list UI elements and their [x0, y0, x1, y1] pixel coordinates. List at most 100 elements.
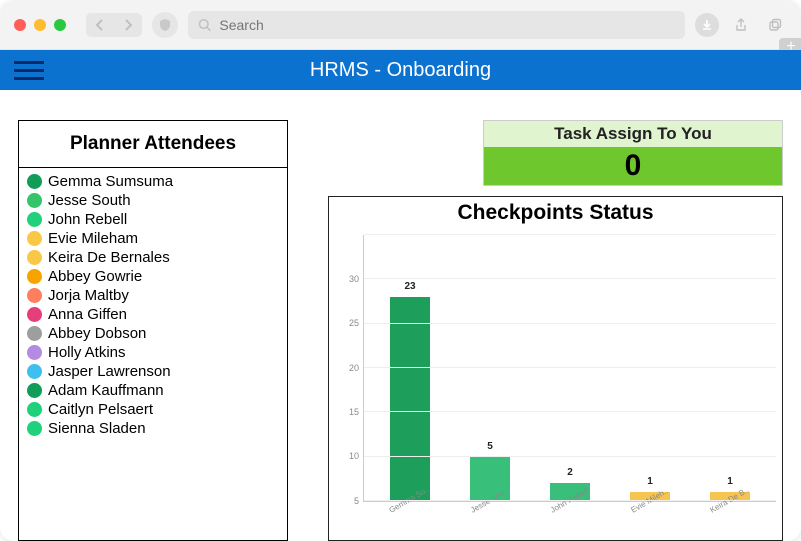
share-button[interactable]: [729, 13, 753, 37]
task-card: Task Assign To You 0: [483, 120, 783, 186]
chart-y-axis: 051015202530: [329, 229, 363, 540]
attendee-name: Evie Mileham: [48, 230, 138, 247]
search-icon: [198, 18, 211, 32]
checkpoints-chart: 051015202530 23Gemma Su..5Jesse Sou..2Jo…: [329, 229, 782, 540]
maximize-window-button[interactable]: [54, 19, 66, 31]
attendee-name: John Rebell: [48, 211, 127, 228]
gridline: [364, 234, 776, 235]
download-icon: [701, 19, 713, 31]
chart-plot: 23Gemma Su..5Jesse Sou..2John Rebell1Evi…: [363, 235, 776, 502]
hamburger-icon: [14, 61, 44, 64]
gridline: [364, 411, 776, 412]
y-tick: 15: [349, 407, 359, 417]
attendee-color-dot: [27, 421, 42, 436]
downloads-button[interactable]: [695, 13, 719, 37]
y-tick: 20: [349, 363, 359, 373]
attendee-name: Adam Kauffmann: [48, 382, 164, 399]
tabs-icon: [768, 18, 782, 32]
attendee-item[interactable]: Holly Atkins: [23, 343, 283, 362]
attendee-color-dot: [27, 174, 42, 189]
attendee-item[interactable]: Gemma Sumsuma: [23, 172, 283, 191]
attendee-name: Jesse South: [48, 192, 131, 209]
attendee-name: Caitlyn Pelsaert: [48, 401, 153, 418]
gridline: [364, 456, 776, 457]
gridline: [364, 278, 776, 279]
attendee-color-dot: [27, 269, 42, 284]
attendee-item[interactable]: Jesse South: [23, 191, 283, 210]
chart-bar: 5Jesse Sou..: [465, 457, 515, 501]
close-window-button[interactable]: [14, 19, 26, 31]
y-tick: 10: [349, 451, 359, 461]
gridline: [364, 323, 776, 324]
app-header: HRMS - Onboarding: [0, 50, 801, 90]
attendee-name: Keira De Bernales: [48, 249, 170, 266]
browser-window: + HRMS - Onboarding Planner Attendees Ge…: [0, 0, 801, 541]
attendee-color-dot: [27, 250, 42, 265]
share-icon: [734, 18, 748, 32]
attendee-name: Sienna Sladen: [48, 420, 146, 437]
gridline: [364, 367, 776, 368]
attendee-item[interactable]: Keira De Bernales: [23, 248, 283, 267]
attendee-name: Abbey Gowrie: [48, 268, 142, 285]
chart-bars: 23Gemma Su..5Jesse Sou..2John Rebell1Evi…: [364, 235, 776, 501]
task-title: Task Assign To You: [484, 121, 782, 147]
attendee-name: Holly Atkins: [48, 344, 126, 361]
attendee-item[interactable]: Anna Giffen: [23, 305, 283, 324]
attendee-item[interactable]: John Rebell: [23, 210, 283, 229]
attendee-color-dot: [27, 288, 42, 303]
attendee-color-dot: [27, 212, 42, 227]
nav-back-forward: [86, 13, 142, 37]
browser-toolbar: [0, 0, 801, 50]
attendee-item[interactable]: Abbey Dobson: [23, 324, 283, 343]
address-bar[interactable]: [188, 11, 685, 39]
attendee-name: Anna Giffen: [48, 306, 127, 323]
back-button[interactable]: [86, 13, 114, 37]
attendee-item[interactable]: Caitlyn Pelsaert: [23, 400, 283, 419]
y-tick: 25: [349, 318, 359, 328]
planner-attendees-title: Planner Attendees: [19, 121, 287, 168]
attendee-color-dot: [27, 307, 42, 322]
attendee-list[interactable]: Gemma Sumsuma Jesse South John Rebell Evie …: [19, 168, 287, 498]
attendee-name: Abbey Dobson: [48, 325, 146, 342]
checkpoints-title: Checkpoints Status: [329, 197, 782, 229]
attendee-color-dot: [27, 193, 42, 208]
y-tick: 30: [349, 274, 359, 284]
content-area: Planner Attendees Gemma Sumsuma Jesse Sou…: [0, 90, 801, 541]
chevron-right-icon: [123, 19, 133, 31]
task-count: 0: [484, 147, 782, 185]
attendee-item[interactable]: Adam Kauffmann: [23, 381, 283, 400]
attendee-name: Jasper Lawrenson: [48, 363, 171, 380]
attendee-name: Gemma Sumsuma: [48, 173, 173, 190]
attendee-color-dot: [27, 364, 42, 379]
search-input[interactable]: [219, 17, 675, 33]
chart-bar: 2John Rebell: [545, 483, 595, 501]
page-title: HRMS - Onboarding: [0, 59, 801, 82]
y-tick: 5: [354, 496, 359, 506]
gridline: [364, 500, 776, 501]
attendee-item[interactable]: Jorja Maltby: [23, 286, 283, 305]
attendee-item[interactable]: Sienna Sladen: [23, 419, 283, 438]
attendee-item[interactable]: Abbey Gowrie: [23, 267, 283, 286]
toolbar-right: [695, 13, 787, 37]
reader-button[interactable]: [152, 12, 178, 38]
bar-rect: [390, 297, 430, 501]
attendee-item[interactable]: Evie Mileham: [23, 229, 283, 248]
bar-value-label: 1: [625, 476, 675, 487]
bar-value-label: 1: [705, 476, 755, 487]
minimize-window-button[interactable]: [34, 19, 46, 31]
attendee-name: Jorja Maltby: [48, 287, 129, 304]
attendee-color-dot: [27, 402, 42, 417]
tabs-button[interactable]: [763, 13, 787, 37]
bar-value-label: 23: [385, 281, 435, 292]
forward-button[interactable]: [114, 13, 142, 37]
bar-value-label: 5: [465, 441, 515, 452]
shield-icon: [158, 18, 172, 32]
attendee-color-dot: [27, 345, 42, 360]
right-panel: Task Assign To You 0 Checkpoints Status …: [328, 120, 783, 541]
menu-button[interactable]: [8, 57, 50, 84]
window-controls: [14, 19, 66, 31]
checkpoints-panel: Checkpoints Status 051015202530 23Gemma …: [328, 196, 783, 541]
attendee-color-dot: [27, 383, 42, 398]
bar-value-label: 2: [545, 467, 595, 478]
attendee-item[interactable]: Jasper Lawrenson: [23, 362, 283, 381]
